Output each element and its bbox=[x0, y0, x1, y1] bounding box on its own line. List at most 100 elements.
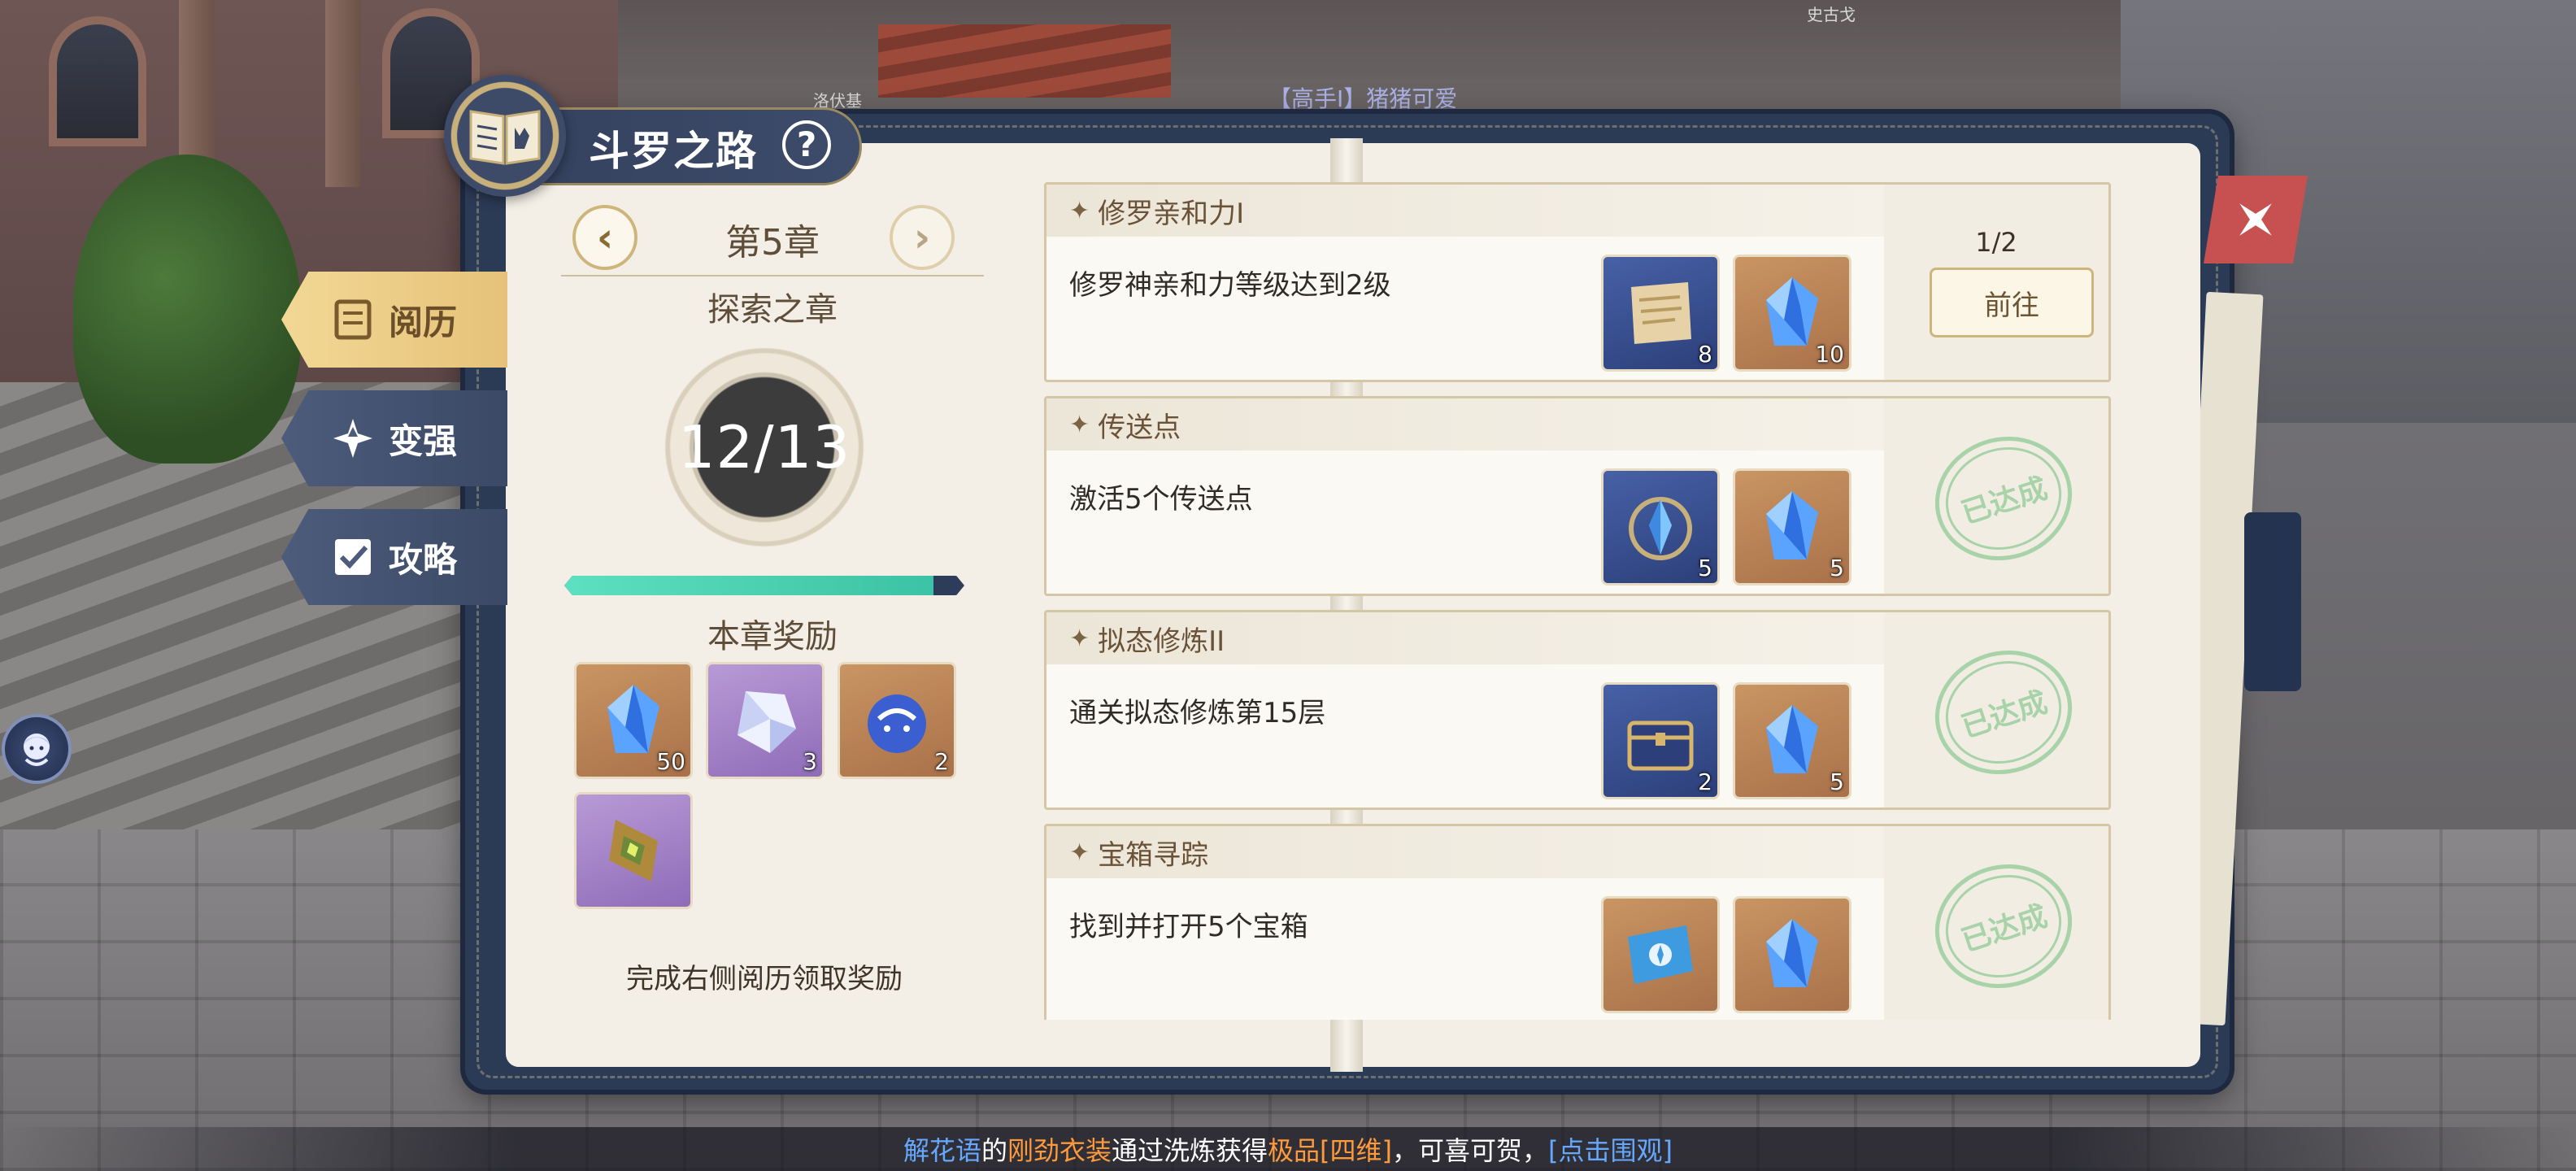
chapter-progress-medal: 12/13 bbox=[651, 333, 878, 561]
task-description: 修罗神亲和力等级达到2级 bbox=[1069, 269, 1391, 302]
golden-badge-icon bbox=[577, 794, 690, 907]
tree bbox=[73, 155, 301, 464]
reward-item[interactable] bbox=[574, 792, 693, 909]
item-quantity: 2 bbox=[1698, 768, 1712, 795]
tab-guide[interactable]: 攻略 bbox=[281, 509, 507, 605]
broadcast-segment: 刚劲衣装 bbox=[1007, 1135, 1112, 1166]
building-pillar bbox=[325, 0, 361, 187]
sparkle-icon: ✦ bbox=[1069, 196, 1090, 225]
task-description: 通关拟态修炼第15层 bbox=[1069, 697, 1326, 729]
task-status-area: 已达成 bbox=[1884, 826, 2108, 1020]
reward-item[interactable]: 5 bbox=[1733, 468, 1852, 586]
blue-crystal-icon bbox=[1735, 899, 1849, 1011]
close-icon bbox=[2239, 203, 2272, 236]
explore-title: 探索之章 bbox=[707, 291, 838, 329]
item-quantity: 10 bbox=[1815, 341, 1844, 368]
reward-item[interactable]: 8 bbox=[1601, 255, 1720, 372]
chapter-reward-grid: 50 3 2 bbox=[574, 662, 981, 909]
task-title: 传送点 bbox=[1098, 411, 1181, 444]
broadcast-segment: [四维] bbox=[1320, 1135, 1393, 1166]
task-header: ✦ 传送点 bbox=[1046, 398, 1886, 451]
chevron-right-icon: › bbox=[913, 214, 931, 261]
reward-item[interactable] bbox=[1733, 896, 1852, 1013]
player-overhead-label: 【高手Ⅰ】猪猪可爱 bbox=[1268, 85, 1458, 112]
reward-item[interactable] bbox=[1601, 896, 1720, 1013]
item-quantity: 5 bbox=[1698, 555, 1712, 581]
reward-hint: 完成右侧阅历领取奖励 bbox=[626, 963, 903, 995]
system-broadcast-banner[interactable]: 解花语的刚劲衣装 通过洗炼获得 极品 [四维] ，可喜可贺， [点击围观] bbox=[0, 1127, 2576, 1171]
task-card: ✦ 修罗亲和力I 修罗神亲和力等级达到2级 8 10 1/2 前往 bbox=[1044, 182, 2111, 382]
task-card: ✦ 传送点激活5个传送点 5 5 已达成 bbox=[1044, 396, 2111, 596]
companion-avatar-button[interactable] bbox=[2, 714, 72, 784]
chapter-progress-text: 12/13 bbox=[677, 413, 851, 481]
close-button[interactable] bbox=[2204, 176, 2308, 263]
task-header: ✦ 宝箱寻踪 bbox=[1046, 826, 1886, 878]
red-staircase bbox=[878, 24, 1171, 98]
next-chapter-button[interactable]: › bbox=[890, 205, 955, 270]
task-rewards bbox=[1601, 896, 1852, 1013]
task-card: ✦ 拟态修炼II 通关拟态修炼第15层 2 5 已达成 bbox=[1044, 610, 2111, 810]
task-card: ✦ 宝箱寻踪找到并打开5个宝箱 已达成 bbox=[1044, 824, 2111, 1020]
book-bookmark bbox=[2244, 512, 2301, 691]
companion-face-icon bbox=[24, 734, 50, 766]
tab-strengthen[interactable]: 变强 bbox=[281, 390, 507, 486]
item-quantity: 5 bbox=[1830, 768, 1844, 795]
building-window bbox=[49, 16, 146, 146]
goto-button[interactable]: 前往 bbox=[1930, 268, 2094, 337]
task-header: ✦ 拟态修炼II bbox=[1046, 612, 1886, 664]
item-quantity: 8 bbox=[1698, 341, 1712, 368]
task-title: 宝箱寻踪 bbox=[1098, 838, 1209, 872]
chapter-divider bbox=[561, 275, 984, 276]
chapter-rewards-title: 本章奖励 bbox=[707, 618, 838, 655]
broadcast-segment: 通过洗炼获得 bbox=[1112, 1135, 1268, 1166]
reward-item[interactable]: 3 bbox=[706, 662, 825, 779]
task-description: 找到并打开5个宝箱 bbox=[1069, 911, 1308, 943]
broadcast-segment: 的 bbox=[981, 1135, 1007, 1166]
help-button[interactable]: ? bbox=[782, 120, 831, 169]
task-status-area: 1/2 前往 bbox=[1884, 185, 2108, 380]
reward-item[interactable]: 5 bbox=[1733, 682, 1852, 799]
book-icon bbox=[329, 295, 377, 344]
npc-name-label: 史古戈 bbox=[1807, 5, 1856, 24]
item-quantity: 5 bbox=[1830, 555, 1844, 581]
chapter-navigator: ‹ 第5章 › bbox=[561, 195, 984, 276]
reward-item[interactable]: 50 bbox=[574, 662, 693, 779]
task-rewards: 8 10 bbox=[1601, 255, 1852, 372]
tab-experience-label: 阅历 bbox=[389, 302, 458, 342]
reward-item[interactable]: 5 bbox=[1601, 468, 1720, 586]
broadcast-segment[interactable]: [点击围观] bbox=[1548, 1130, 1673, 1168]
task-status-area: 已达成 bbox=[1884, 612, 2108, 808]
sparkle-icon: ✦ bbox=[1069, 624, 1090, 653]
item-quantity: 2 bbox=[934, 748, 949, 775]
item-quantity: 3 bbox=[803, 748, 817, 775]
guide-check-icon bbox=[329, 533, 377, 581]
reward-item[interactable]: 10 bbox=[1733, 255, 1852, 372]
item-quantity: 50 bbox=[656, 748, 685, 775]
tab-guide-label: 攻略 bbox=[389, 539, 458, 580]
completed-stamp: 已达成 bbox=[1918, 633, 2089, 792]
panel-title: 斗罗之路 bbox=[589, 128, 758, 175]
completed-stamp: 已达成 bbox=[1918, 847, 2089, 1006]
tab-strengthen-label: 变强 bbox=[389, 420, 458, 461]
reward-item[interactable]: 2 bbox=[1601, 682, 1720, 799]
broadcast-segment: ，可喜可贺， bbox=[1392, 1135, 1549, 1166]
book-emblem-icon bbox=[444, 75, 566, 197]
task-status-area: 已达成 bbox=[1884, 398, 2108, 594]
level-up-icon bbox=[329, 414, 377, 463]
task-description: 激活5个传送点 bbox=[1069, 483, 1253, 516]
broadcast-segment: 极品 bbox=[1268, 1135, 1321, 1166]
sparkle-icon: ✦ bbox=[1069, 410, 1090, 439]
blue-ticket-icon bbox=[1603, 899, 1717, 1011]
completed-stamp: 已达成 bbox=[1918, 419, 2089, 578]
sparkle-icon: ✦ bbox=[1069, 838, 1090, 867]
reward-item[interactable]: 2 bbox=[838, 662, 956, 779]
question-mark-icon: ? bbox=[796, 124, 817, 164]
chapter-progress-fill bbox=[564, 576, 934, 595]
task-title: 修罗亲和力I bbox=[1098, 197, 1245, 230]
task-header: ✦ 修罗亲和力I bbox=[1046, 185, 1886, 237]
chapter-progress-bar bbox=[564, 576, 964, 595]
task-title: 拟态修炼II bbox=[1098, 625, 1225, 658]
task-list[interactable]: ✦ 修罗亲和力I 修罗神亲和力等级达到2级 8 10 1/2 前往 ✦ 传送点激活5个传送点 5 5… bbox=[1021, 182, 2135, 1020]
task-progress-count: 1/2 bbox=[1975, 227, 2017, 258]
tab-experience[interactable]: 阅历 bbox=[281, 272, 507, 368]
